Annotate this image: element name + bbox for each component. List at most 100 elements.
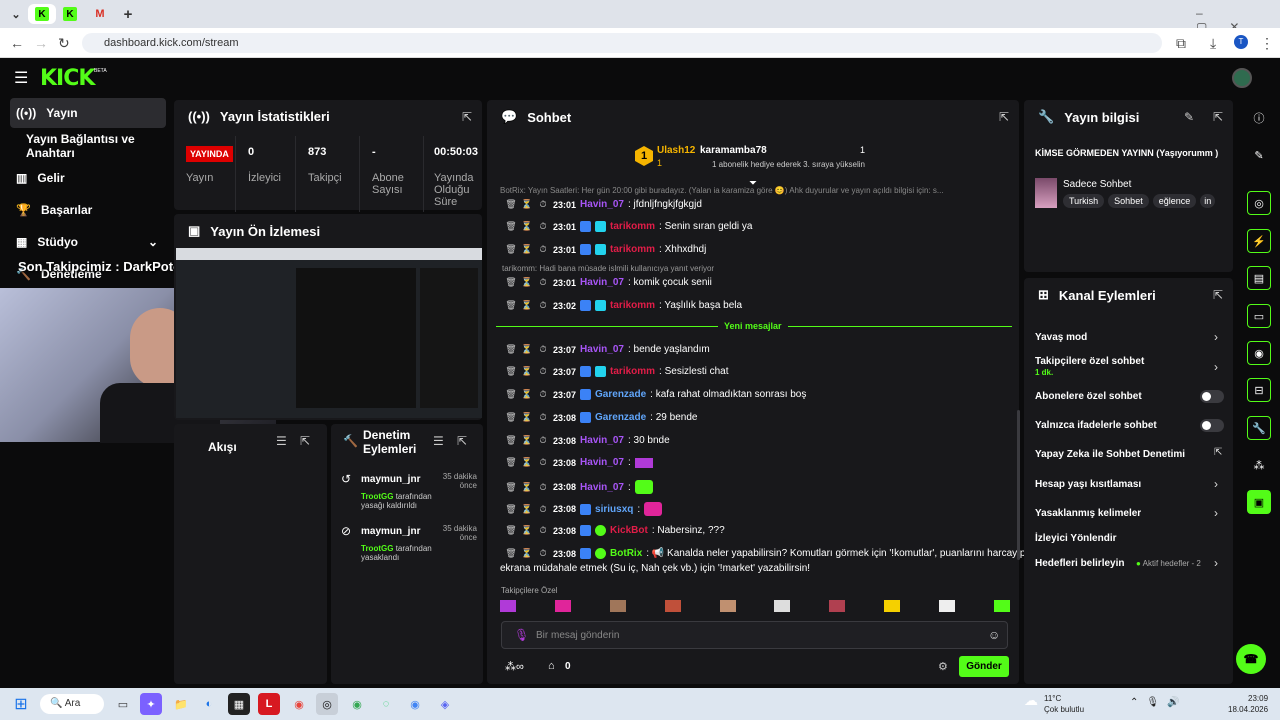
- edge-icon[interactable]: ◐: [198, 693, 220, 715]
- bolt-icon[interactable]: ⚡: [1247, 229, 1271, 253]
- chevron-right-icon[interactable]: ›: [1214, 360, 1218, 374]
- camera-icon[interactable]: ◎: [1247, 191, 1271, 215]
- chat-icon[interactable]: ▭: [1247, 304, 1271, 328]
- tab-list-chevron-icon[interactable]: ⌄: [4, 4, 28, 24]
- settings-icon[interactable]: ⚙: [938, 660, 948, 673]
- emotes-toggle[interactable]: [1200, 419, 1224, 432]
- info-icon[interactable]: ⓘ: [1247, 106, 1271, 130]
- tab-kick-1[interactable]: K: [28, 4, 56, 24]
- category-name: Sadece Sohbet: [1063, 179, 1132, 190]
- menu-dots-icon[interactable]: ⋮: [1260, 35, 1274, 52]
- kick-app-icon[interactable]: ▣: [1247, 490, 1271, 514]
- chat-scrollbar[interactable]: [1017, 410, 1020, 560]
- sidebar-item-gelir[interactable]: ▥ Gelir: [10, 163, 166, 193]
- filter-icon[interactable]: ☰: [276, 434, 287, 448]
- ai-moderation-action[interactable]: Yapay Zeka ile Sohbet Denetimi: [1035, 449, 1185, 460]
- chat-input[interactable]: 🎙 Bir mesaj gönderin ☺: [501, 621, 1008, 649]
- tab-kick-2[interactable]: K: [58, 4, 82, 24]
- edit-icon[interactable]: ✎: [1184, 110, 1194, 124]
- url-field[interactable]: dashboard.kick.com/stream: [82, 33, 1162, 53]
- filter-icon[interactable]: ☰: [433, 434, 444, 448]
- popout-icon[interactable]: ⇱: [1213, 110, 1223, 124]
- emote-icon: [634, 480, 653, 494]
- tag: Turkish: [1063, 194, 1105, 208]
- emoji-icon[interactable]: ☺: [988, 628, 1000, 642]
- back-icon[interactable]: ←: [10, 35, 24, 51]
- windows-start-icon[interactable]: ⊞: [10, 693, 32, 715]
- emote-bar[interactable]: [500, 600, 1010, 616]
- send-button[interactable]: Gönder: [959, 656, 1009, 677]
- popout-icon[interactable]: ⇱: [462, 110, 472, 124]
- chat-header: 💬 Sohbet: [501, 109, 572, 125]
- sidebar-item-studyo[interactable]: ▦ Stüdyo ⌄: [10, 227, 166, 257]
- chevron-right-icon[interactable]: ›: [1214, 556, 1218, 570]
- kick-logo[interactable]: KICK: [40, 66, 95, 91]
- chevron-right-icon[interactable]: ›: [1214, 506, 1218, 520]
- sidebar-item-yayin[interactable]: ((•)) Yayın: [10, 98, 166, 128]
- tags: Turkish Sohbet eğlence in: [1063, 194, 1216, 208]
- system-tray-icons[interactable]: ⌃🎙🔊: [1130, 697, 1188, 708]
- slow-mode-action[interactable]: Yavaş mod: [1035, 332, 1087, 343]
- chrome-profile-icon[interactable]: ◉: [346, 693, 368, 715]
- app-icon[interactable]: ▦: [228, 693, 250, 715]
- popout-icon[interactable]: ⇱: [1213, 288, 1223, 302]
- taskbar-search[interactable]: 🔍 Ara: [40, 694, 104, 714]
- copilot-icon[interactable]: ✦: [140, 693, 162, 715]
- beta-label: BETA: [94, 68, 107, 74]
- banned-words-action[interactable]: Yasaklanmış kelimeler: [1035, 508, 1141, 519]
- discord-icon[interactable]: ◈: [434, 693, 456, 715]
- chat-message: 🗑 ⏳ ⏱ 23:02 tarikomm: Yaşlılık başa bela: [505, 300, 743, 311]
- user-avatar[interactable]: [1232, 68, 1252, 88]
- document-icon[interactable]: ▤: [1247, 266, 1271, 290]
- layout-icon[interactable]: ⊟: [1247, 378, 1271, 402]
- popout-icon[interactable]: ⇱: [457, 434, 467, 448]
- external-link-icon[interactable]: ⇱: [1214, 447, 1222, 458]
- account-age-action[interactable]: Hesap yaşı kısıtlaması: [1035, 479, 1141, 490]
- app-l-icon[interactable]: L: [258, 693, 280, 715]
- pen-icon[interactable]: ✎: [1247, 143, 1271, 167]
- reload-icon[interactable]: ↻: [58, 35, 70, 52]
- tab-gmail[interactable]: M: [88, 4, 112, 24]
- download-icon[interactable]: ⤓: [1210, 35, 1216, 52]
- clock-time: 23:09: [1248, 694, 1269, 703]
- new-tab-button[interactable]: +: [116, 4, 140, 24]
- sidebar-item-basarilar[interactable]: 🏆 Başarılar: [10, 195, 166, 225]
- stream-title: KİMSE GÖRMEDEN YAYINN (Yaşıyorumm ): [1035, 148, 1219, 158]
- profile-avatar[interactable]: T: [1234, 35, 1248, 49]
- followers-chat-action[interactable]: Takipçilere özel sohbet: [1035, 356, 1144, 367]
- points-icon[interactable]: ⁂∞: [505, 660, 524, 673]
- extensions-icon[interactable]: ⧉: [1176, 35, 1186, 52]
- task-view-icon[interactable]: ▭: [112, 693, 134, 715]
- live-badge: YAYINDA: [186, 146, 233, 162]
- mic-icon[interactable]: 🎙: [514, 628, 529, 642]
- top-gifter-name[interactable]: Ulash12: [657, 145, 695, 156]
- chrome-profile-2-icon[interactable]: ◉: [404, 693, 426, 715]
- file-explorer-icon[interactable]: 📁: [170, 693, 192, 715]
- hamburger-menu-icon[interactable]: ☰: [14, 68, 28, 88]
- broadcast-icon: ((•)): [188, 109, 210, 124]
- redirect-action[interactable]: İzleyici Yönlendir: [1035, 533, 1117, 544]
- popout-icon[interactable]: ⇱: [300, 434, 310, 448]
- store-icon[interactable]: ⌂: [548, 660, 555, 672]
- popout-icon[interactable]: ⇱: [999, 110, 1009, 124]
- gift-note: 1 abonelik hediye ederek 3. sıraya yükse…: [712, 160, 865, 169]
- obs-icon[interactable]: ◎: [316, 693, 338, 715]
- forward-icon[interactable]: →: [34, 35, 48, 51]
- stream-preview[interactable]: [176, 248, 482, 418]
- weather-desc: Çok bulutlu: [1044, 705, 1085, 714]
- support-chat-icon[interactable]: ☎: [1236, 644, 1266, 674]
- wrench-icon[interactable]: 🔧: [1247, 416, 1271, 440]
- chat-message: 🗑 ⏳ ⏱ 23:08 Havin_07:: [505, 457, 653, 468]
- chrome-icon[interactable]: ◉: [288, 693, 310, 715]
- chat-message: 🗑 ⏳ ⏱ 23:01 tarikomm: Xhhxdhdj: [505, 244, 707, 255]
- second-gifter-name[interactable]: karamamba78: [700, 145, 767, 156]
- broadcast-icon[interactable]: ◉: [1247, 341, 1271, 365]
- points-icon[interactable]: ⁂: [1247, 453, 1271, 477]
- whatsapp-icon[interactable]: ◌: [375, 693, 397, 715]
- sidebar-item-stream-key[interactable]: Yayın Bağlantısı ve Anahtarı: [10, 131, 180, 161]
- subs-toggle[interactable]: [1200, 390, 1224, 403]
- chevron-down-icon: ⌄: [147, 235, 158, 249]
- goals-action[interactable]: Hedefleri belirleyin: [1035, 558, 1124, 569]
- chevron-right-icon[interactable]: ›: [1214, 477, 1218, 491]
- chevron-right-icon[interactable]: ›: [1214, 330, 1218, 344]
